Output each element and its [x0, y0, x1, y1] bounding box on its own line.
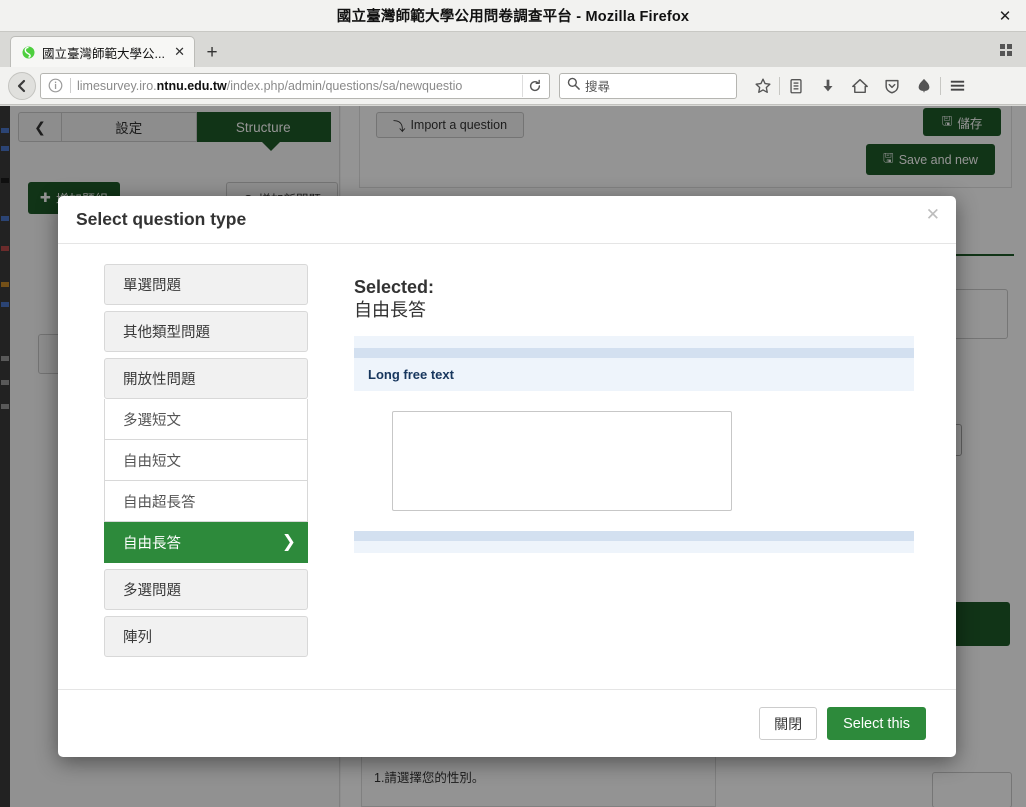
type-group-arrays[interactable]: 陣列: [104, 616, 308, 657]
preview-inner: Long free text: [354, 357, 914, 531]
type-label: 單選問題: [123, 278, 181, 294]
type-label: 多選短文: [123, 412, 181, 429]
preview-question-title: Long free text: [354, 357, 914, 391]
type-label: 陣列: [123, 630, 152, 646]
close-icon[interactable]: ✕: [926, 206, 940, 223]
type-group-single-choice[interactable]: 單選問題: [104, 264, 308, 305]
type-label: 自由長答: [123, 535, 181, 552]
type-group-open-ended[interactable]: 開放性問題: [104, 358, 308, 399]
type-item-huge-free-text[interactable]: 自由超長答: [104, 481, 308, 522]
type-item-multiple-short-text[interactable]: 多選短文: [104, 399, 308, 440]
question-preview-card: Long free text: [354, 335, 914, 553]
tab-title: 國立臺灣師範大學公...: [42, 46, 165, 61]
menu-icon[interactable]: [941, 72, 973, 100]
library-icon[interactable]: [780, 72, 812, 100]
url-text: limesurvey.iro.ntnu.edu.tw/index.php/adm…: [77, 79, 522, 93]
url-divider: [70, 78, 71, 93]
question-type-preview: Selected: 自由長答 Long free text: [308, 264, 956, 689]
type-label: 其他類型問題: [123, 325, 210, 341]
modal-header: Select question type ✕: [58, 196, 956, 244]
question-type-list: 單選問題 其他類型問題 開放性問題 多選短文 自由短文 自由超長答 自由長答 ❯…: [58, 264, 308, 689]
preview-band-foot: [354, 540, 914, 553]
modal-footer: 關閉 Select this: [58, 689, 956, 757]
preview-answer-area: [354, 390, 914, 531]
modal-body: 單選問題 其他類型問題 開放性問題 多選短文 自由短文 自由超長答 自由長答 ❯…: [58, 244, 956, 689]
tab-strip: 國立臺灣師範大學公... ✕ +: [0, 32, 1026, 67]
downloads-icon[interactable]: [812, 72, 844, 100]
preview-band-top: [354, 335, 914, 348]
search-icon: [567, 77, 580, 95]
star-icon[interactable]: [747, 72, 779, 100]
type-item-long-free-text[interactable]: 自由長答 ❯: [104, 522, 308, 563]
firefox-favicon: [20, 44, 36, 60]
browser-window: 國立臺灣師範大學公用問卷調查平台 - Mozilla Firefox ✕ 國立臺…: [0, 0, 1026, 807]
selected-label: Selected:: [354, 277, 435, 297]
type-label: 開放性問題: [123, 372, 196, 388]
type-label: 多選問題: [123, 583, 181, 599]
window-close-button[interactable]: ✕: [994, 5, 1016, 27]
preview-band-bottom: [354, 530, 914, 541]
url-suffix: /index.php/admin/questions/sa/newquestio: [226, 78, 463, 93]
type-group-other[interactable]: 其他類型問題: [104, 311, 308, 352]
type-label: 自由超長答: [123, 494, 196, 511]
page-info-icon[interactable]: [47, 77, 64, 94]
preview-band-sep: [354, 347, 914, 358]
modal-title: Select question type: [76, 209, 247, 229]
tab-close-icon[interactable]: ✕: [171, 44, 188, 60]
title-bar: 國立臺灣師範大學公用問卷調查平台 - Mozilla Firefox ✕: [0, 0, 1026, 32]
reload-button[interactable]: [522, 74, 546, 97]
preview-textarea[interactable]: [392, 410, 732, 511]
type-group-multiple-choice[interactable]: 多選問題: [104, 569, 308, 610]
browser-toolbar-buttons: [747, 72, 973, 100]
shield-icon[interactable]: [876, 72, 908, 100]
select-question-type-modal: Select question type ✕ 單選問題 其他類型問題 開放性問題: [58, 196, 956, 757]
window-title: 國立臺灣師範大學公用問卷調查平台 - Mozilla Firefox: [336, 9, 690, 25]
new-tab-button[interactable]: +: [197, 39, 227, 67]
url-domain: ntnu.edu.tw: [156, 78, 227, 93]
grid-icon[interactable]: [996, 40, 1016, 60]
select-this-button[interactable]: Select this: [827, 707, 926, 740]
search-bar[interactable]: 搜尋: [559, 72, 737, 99]
url-prefix: limesurvey.iro.: [77, 78, 157, 93]
sync-icon[interactable]: [908, 72, 940, 100]
url-bar[interactable]: limesurvey.iro.ntnu.edu.tw/index.php/adm…: [40, 72, 550, 99]
navigation-toolbar: limesurvey.iro.ntnu.edu.tw/index.php/adm…: [0, 67, 1026, 105]
back-button[interactable]: [8, 71, 36, 100]
chevron-right-icon: ❯: [281, 532, 296, 551]
search-placeholder: 搜尋: [585, 80, 611, 94]
type-label: 自由短文: [123, 453, 181, 470]
page-viewport: ❮ 設定 Structure ✚ 增加題組 ⊕ 增加新問題: [0, 106, 1026, 807]
browser-tab[interactable]: 國立臺灣師範大學公... ✕: [10, 36, 195, 67]
type-item-short-free-text[interactable]: 自由短文: [104, 440, 308, 481]
home-icon[interactable]: [844, 72, 876, 100]
close-button[interactable]: 關閉: [759, 707, 818, 740]
selected-value: 自由長答: [354, 299, 426, 320]
